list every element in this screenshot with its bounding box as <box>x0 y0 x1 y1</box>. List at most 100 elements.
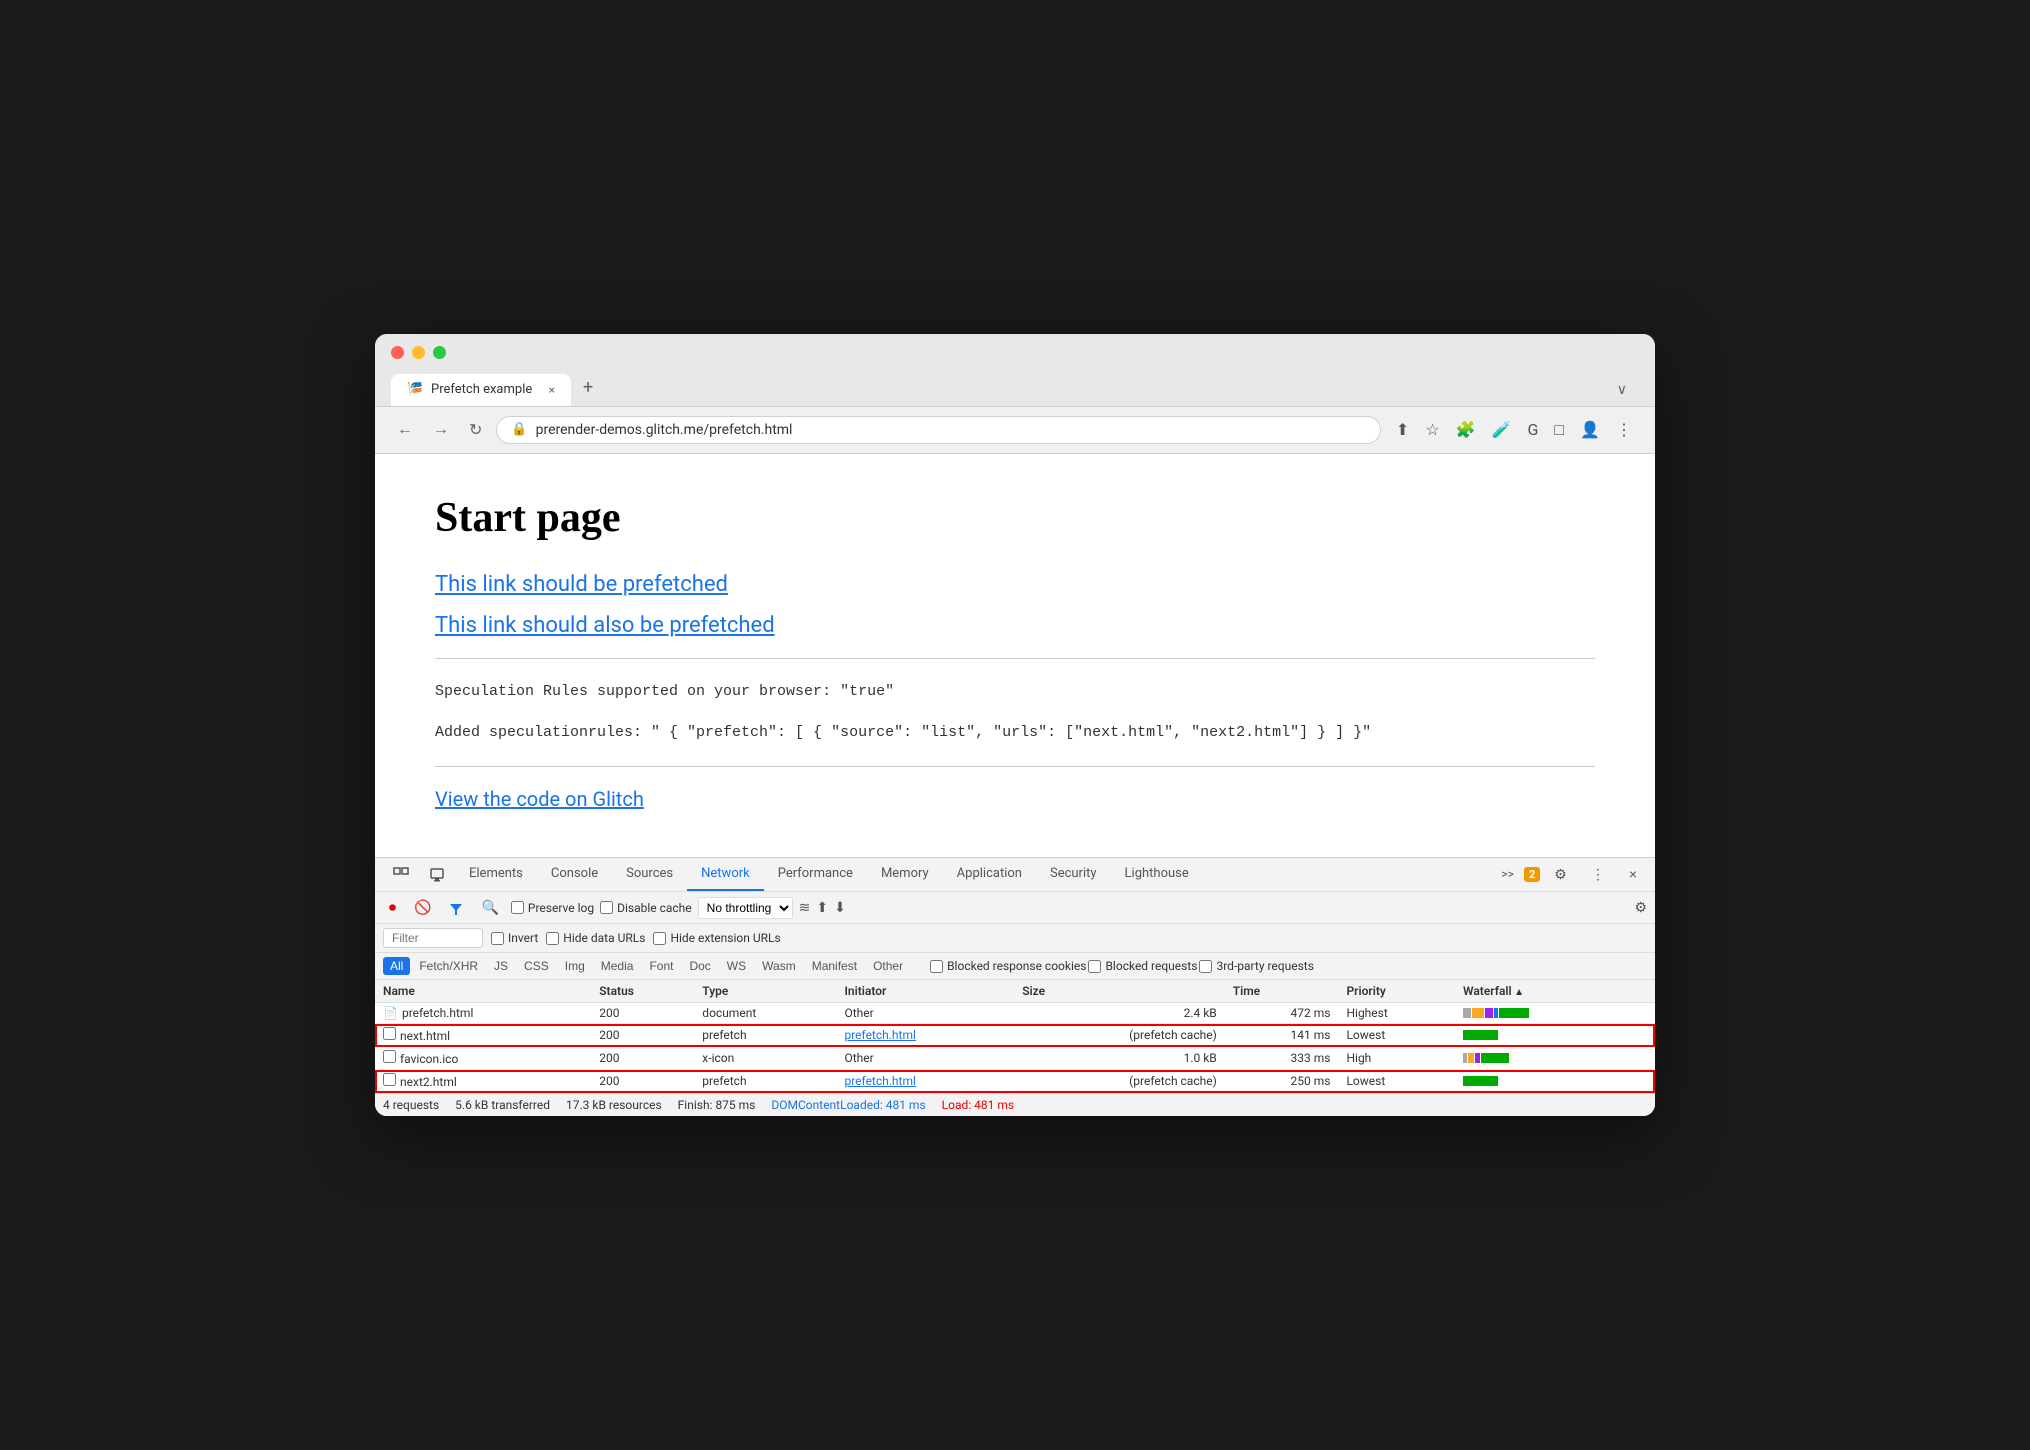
tab-close-button[interactable]: × <box>549 383 555 397</box>
traffic-lights <box>391 346 1639 359</box>
tab-network[interactable]: Network <box>687 858 764 891</box>
sidebar-icon[interactable]: □ <box>1547 415 1571 445</box>
blocked-requests-label[interactable]: Blocked requests <box>1088 959 1197 973</box>
col-waterfall[interactable]: Waterfall <box>1455 980 1655 1003</box>
tab-security[interactable]: Security <box>1036 858 1111 891</box>
tab-console[interactable]: Console <box>537 858 612 891</box>
type-doc-button[interactable]: Doc <box>682 957 717 975</box>
preserve-log-label[interactable]: Preserve log <box>511 901 594 915</box>
tab-title: Prefetch example <box>431 382 532 397</box>
flask-icon[interactable]: 🧪 <box>1485 415 1519 444</box>
maximize-button[interactable] <box>433 346 446 359</box>
table-row[interactable]: favicon.ico200x-iconOther1.0 kB333 msHig… <box>375 1047 1655 1070</box>
network-settings-icon[interactable]: ⚙ <box>1634 900 1647 916</box>
invert-label[interactable]: Invert <box>491 931 538 945</box>
prefetch-link-1[interactable]: This link should be prefetched <box>435 572 1595 597</box>
blocked-requests-checkbox[interactable] <box>1088 960 1101 973</box>
tab-lighthouse[interactable]: Lighthouse <box>1111 858 1203 891</box>
disable-cache-checkbox[interactable] <box>600 901 613 914</box>
type-js-button[interactable]: JS <box>487 957 515 975</box>
tab-performance[interactable]: Performance <box>764 858 867 891</box>
type-all-button[interactable]: All <box>383 957 410 975</box>
preserve-log-checkbox[interactable] <box>511 901 524 914</box>
filter-input[interactable] <box>383 928 483 948</box>
disable-cache-label[interactable]: Disable cache <box>600 901 692 915</box>
type-ws-button[interactable]: WS <box>720 957 753 975</box>
active-tab[interactable]: 🎏 Prefetch example × <box>391 374 571 406</box>
type-other-button[interactable]: Other <box>866 957 910 975</box>
throttling-select[interactable]: No throttling <box>698 897 793 919</box>
tab-application[interactable]: Application <box>943 858 1036 891</box>
type-font-button[interactable]: Font <box>642 957 680 975</box>
url-bar[interactable]: 🔒 prerender-demos.glitch.me/prefetch.htm… <box>496 416 1381 444</box>
back-button[interactable]: ← <box>391 417 419 443</box>
type-css-button[interactable]: CSS <box>517 957 556 975</box>
menu-icon[interactable]: ⋮ <box>1609 415 1639 444</box>
transferred-size: 5.6 kB transferred <box>455 1098 550 1112</box>
type-media-button[interactable]: Media <box>594 957 641 975</box>
col-type[interactable]: Type <box>694 980 836 1003</box>
waterfall-bar <box>1463 1030 1498 1040</box>
hide-data-urls-checkbox[interactable] <box>546 932 559 945</box>
glitch-link[interactable]: View the code on Glitch <box>435 787 1595 811</box>
inspect-element-button[interactable] <box>383 858 419 891</box>
hide-data-urls-label[interactable]: Hide data URLs <box>546 931 645 945</box>
status-bar: 4 requests 5.6 kB transferred 17.3 kB re… <box>375 1093 1655 1116</box>
col-time[interactable]: Time <box>1225 980 1339 1003</box>
tab-sources[interactable]: Sources <box>612 858 687 891</box>
tab-more-button[interactable]: ∨ <box>1605 374 1639 406</box>
table-row[interactable]: next2.html200prefetchprefetch.html(prefe… <box>375 1070 1655 1093</box>
table-row[interactable]: next.html200prefetchprefetch.html(prefet… <box>375 1024 1655 1047</box>
initiator-cell: prefetch.html <box>836 1024 1014 1047</box>
tab-elements[interactable]: Elements <box>455 858 537 891</box>
prefetch-link-2[interactable]: This link should also be prefetched <box>435 613 1595 638</box>
row-checkbox[interactable] <box>383 1027 396 1040</box>
initiator-link[interactable]: prefetch.html <box>844 1074 915 1088</box>
col-initiator[interactable]: Initiator <box>836 980 1014 1003</box>
type-img-button[interactable]: Img <box>558 957 592 975</box>
devtools-settings-button[interactable]: ⚙ <box>1544 858 1577 891</box>
refresh-button[interactable]: ↻ <box>463 416 488 444</box>
minimize-button[interactable] <box>412 346 425 359</box>
row-checkbox[interactable] <box>383 1050 396 1063</box>
google-icon[interactable]: G <box>1521 415 1546 444</box>
type-fetchxhr-button[interactable]: Fetch/XHR <box>412 957 485 975</box>
device-toolbar-button[interactable] <box>419 858 455 891</box>
page-content: Start page This link should be prefetche… <box>375 454 1655 857</box>
more-tabs-button[interactable]: >> <box>1495 859 1520 889</box>
devtools-more-button[interactable]: ⋮ <box>1581 858 1615 891</box>
share-icon[interactable]: ⬆ <box>1389 415 1416 444</box>
col-name[interactable]: Name <box>375 980 591 1003</box>
search-button[interactable]: 🔍 <box>475 896 504 919</box>
third-party-requests-label[interactable]: 3rd-party requests <box>1199 959 1313 973</box>
col-priority[interactable]: Priority <box>1338 980 1455 1003</box>
waterfall-cell <box>1455 1024 1655 1047</box>
col-status[interactable]: Status <box>591 980 694 1003</box>
type-cell: x-icon <box>694 1047 836 1070</box>
third-party-requests-checkbox[interactable] <box>1199 960 1212 973</box>
table-row[interactable]: 📄prefetch.html200documentOther2.4 kB472 … <box>375 1003 1655 1024</box>
record-button[interactable]: ⏺ <box>383 896 402 919</box>
divider-2 <box>435 766 1595 767</box>
filter-button[interactable] <box>443 896 469 918</box>
type-wasm-button[interactable]: Wasm <box>755 957 803 975</box>
row-checkbox[interactable] <box>383 1073 396 1086</box>
new-tab-button[interactable]: + <box>571 369 605 406</box>
hide-extension-urls-label[interactable]: Hide extension URLs <box>653 931 780 945</box>
invert-checkbox[interactable] <box>491 932 504 945</box>
tab-memory[interactable]: Memory <box>867 858 943 891</box>
status-cell: 200 <box>591 1024 694 1047</box>
clear-button[interactable]: 🚫 <box>408 896 437 919</box>
profile-icon[interactable]: 👤 <box>1573 415 1607 444</box>
col-size[interactable]: Size <box>1014 980 1225 1003</box>
close-button[interactable] <box>391 346 404 359</box>
forward-button[interactable]: → <box>427 417 455 443</box>
devtools-close-button[interactable]: × <box>1619 858 1647 890</box>
initiator-link[interactable]: prefetch.html <box>844 1028 915 1042</box>
hide-extension-urls-checkbox[interactable] <box>653 932 666 945</box>
blocked-response-cookies-checkbox[interactable] <box>930 960 943 973</box>
blocked-response-cookies-label[interactable]: Blocked response cookies <box>930 959 1086 973</box>
extensions-icon[interactable]: 🧩 <box>1449 415 1483 444</box>
star-icon[interactable]: ☆ <box>1418 415 1446 444</box>
type-manifest-button[interactable]: Manifest <box>805 957 864 975</box>
